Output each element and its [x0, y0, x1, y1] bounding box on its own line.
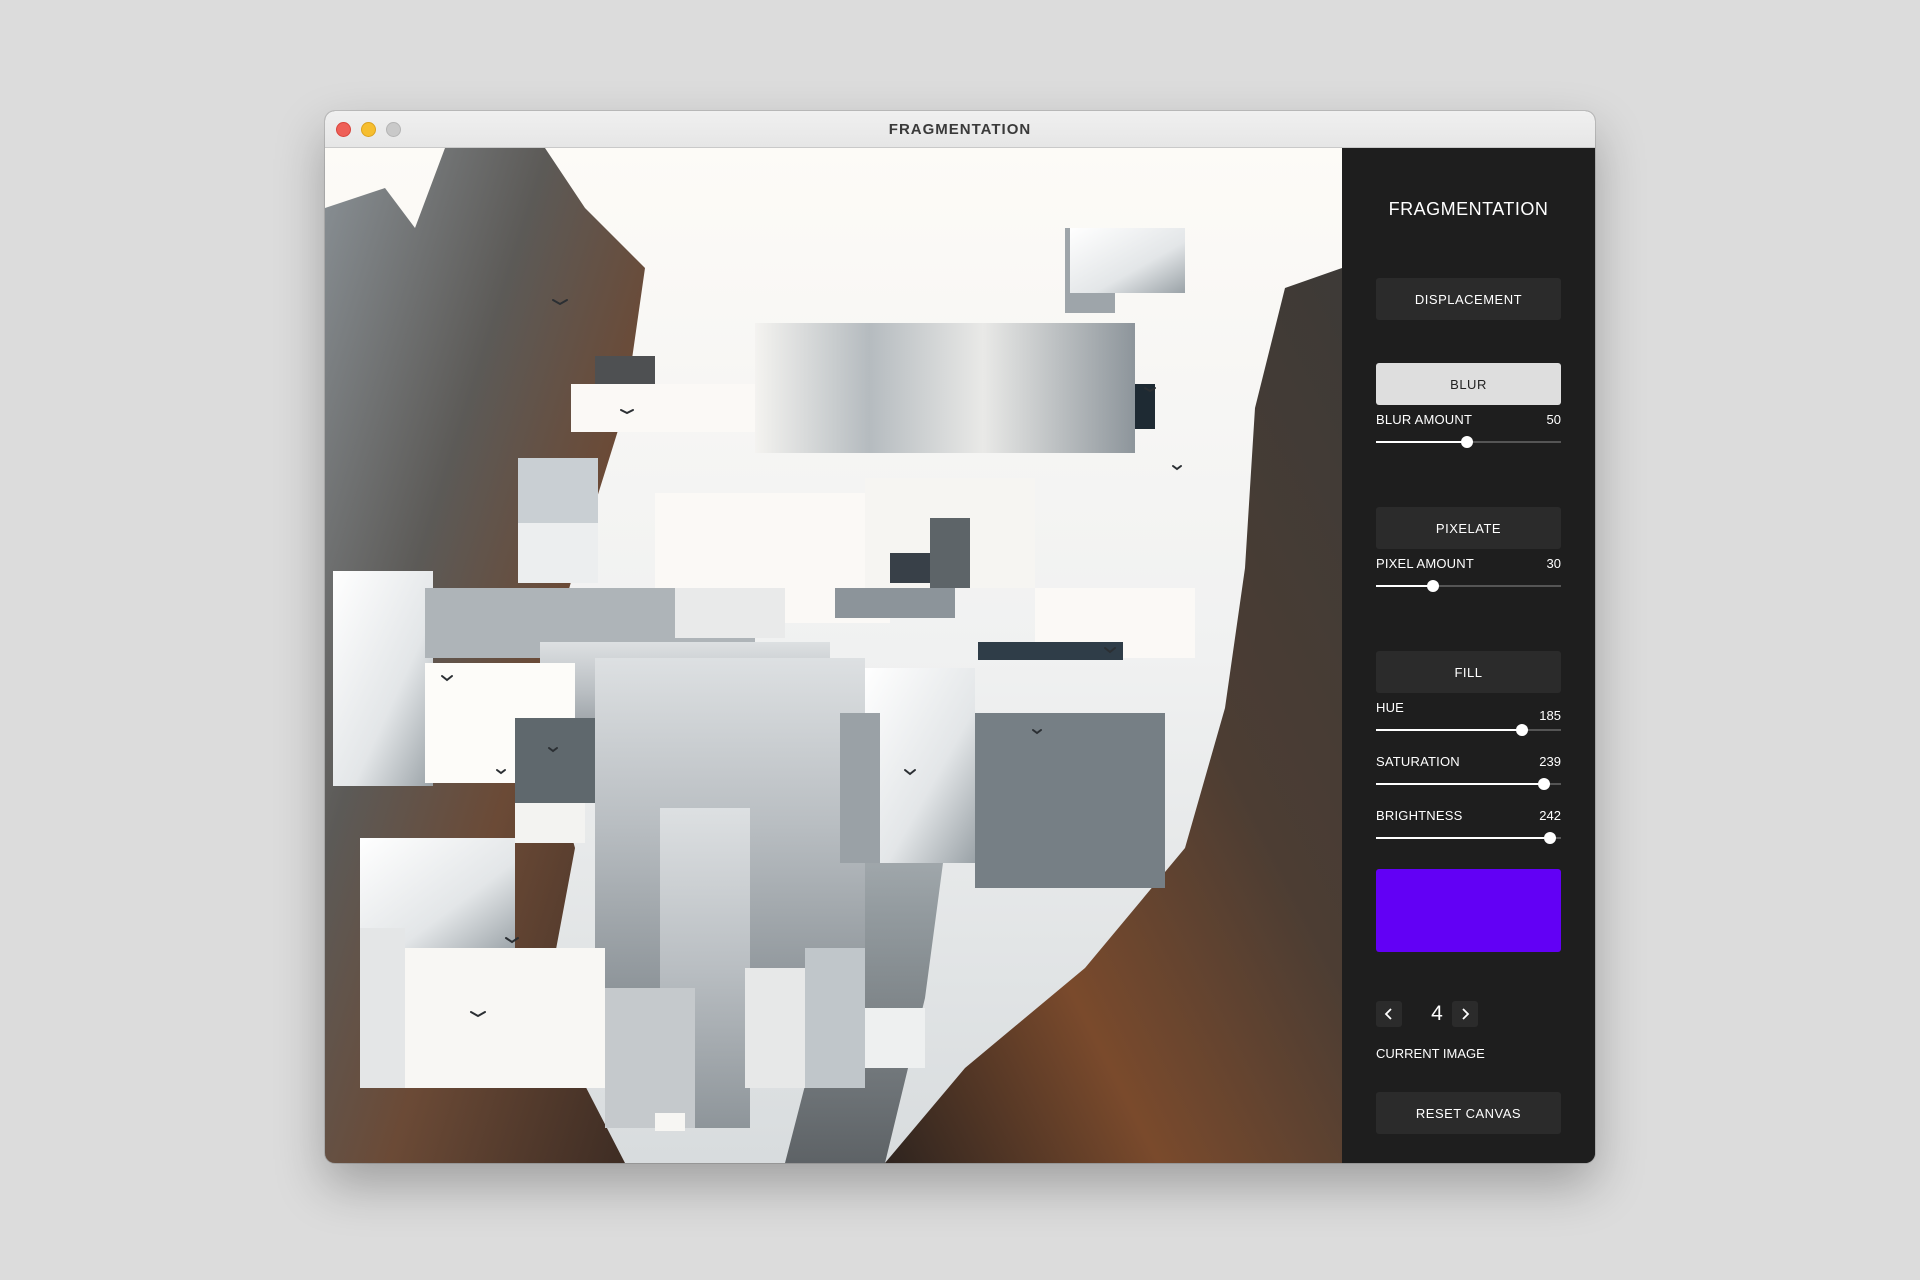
- slider-thumb[interactable]: [1516, 724, 1529, 736]
- slider-fill: [1376, 585, 1434, 587]
- fill-button[interactable]: FILL: [1376, 651, 1561, 693]
- saturation-value: 239: [1539, 754, 1561, 769]
- title-bar: FRAGMENTATION: [325, 111, 1595, 148]
- current-image-label: CURRENT IMAGE: [1376, 1046, 1485, 1061]
- saturation-label: SATURATION: [1376, 754, 1460, 769]
- next-image-button[interactable]: [1452, 1001, 1478, 1027]
- hue-value: 185: [1539, 708, 1561, 723]
- slider-thumb[interactable]: [1538, 778, 1551, 790]
- slider-thumb[interactable]: [1460, 436, 1473, 448]
- pixel-amount-slider[interactable]: [1376, 579, 1561, 593]
- slider-fill: [1376, 837, 1550, 839]
- chevron-right-icon: [1462, 1008, 1470, 1020]
- app-window: FRAGMENTATION FRAGMENTATION DISPLACEMENT…: [325, 111, 1595, 1163]
- previous-image-button[interactable]: [1376, 1001, 1402, 1027]
- blur-amount-slider[interactable]: [1376, 435, 1561, 449]
- fragmented-image-canvas[interactable]: [325, 148, 1342, 1163]
- chevron-left-icon: [1384, 1008, 1392, 1020]
- blur-amount-label: BLUR AMOUNT: [1376, 412, 1473, 427]
- reset-canvas-button[interactable]: RESET CANVAS: [1376, 1092, 1561, 1134]
- pixel-amount-label: PIXEL AMOUNT: [1376, 556, 1474, 571]
- hue-slider[interactable]: [1376, 723, 1561, 737]
- slider-fill: [1376, 729, 1523, 731]
- saturation-slider[interactable]: [1376, 777, 1561, 791]
- current-image-number: 4: [1431, 1002, 1443, 1025]
- slider-fill: [1376, 783, 1545, 785]
- slider-fill: [1376, 441, 1467, 443]
- brightness-slider[interactable]: [1376, 831, 1561, 845]
- panel-title: FRAGMENTATION: [1388, 199, 1549, 219]
- blur-button[interactable]: BLUR: [1376, 363, 1561, 405]
- pixel-amount-value: 30: [1546, 556, 1561, 571]
- window-title: FRAGMENTATION: [888, 121, 1032, 138]
- blur-amount-value: 50: [1546, 412, 1561, 427]
- controls-panel: FRAGMENTATION DISPLACEMENT BLUR BLUR AMO…: [1342, 148, 1595, 1163]
- canvas-artwork: [325, 148, 1342, 1163]
- slider-thumb[interactable]: [1543, 832, 1556, 844]
- hue-label: HUE: [1376, 700, 1405, 715]
- brightness-label: BRIGHTNESS: [1376, 808, 1463, 823]
- brightness-value: 242: [1539, 808, 1561, 823]
- slider-thumb[interactable]: [1427, 580, 1440, 592]
- fill-color-swatch[interactable]: [1376, 869, 1561, 952]
- displacement-button[interactable]: DISPLACEMENT: [1376, 278, 1561, 320]
- pixelate-button[interactable]: PIXELATE: [1376, 507, 1561, 549]
